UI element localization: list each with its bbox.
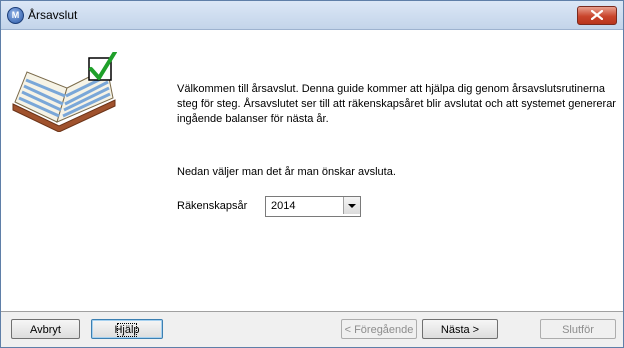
next-label: Nästa > xyxy=(440,324,480,336)
title-bar: M Årsavslut xyxy=(1,1,623,30)
help-button[interactable]: Hjälp xyxy=(91,319,163,339)
button-separator xyxy=(1,311,623,312)
window-title: Årsavslut xyxy=(28,8,78,22)
next-button[interactable]: Nästa > xyxy=(422,319,498,339)
app-logo-icon: M xyxy=(7,7,24,24)
cancel-label: Avbryt xyxy=(30,324,61,336)
fiscal-year-label: Räkenskapsår xyxy=(177,200,248,212)
fiscal-year-value: 2014 xyxy=(271,200,296,212)
dropdown-button[interactable] xyxy=(343,197,360,214)
choose-year-text: Nedan väljer man det år man önskar avslu… xyxy=(177,166,396,178)
wizard-content: Välkommen till årsavslut. Denna guide ko… xyxy=(1,30,623,312)
finish-label: Slutför xyxy=(562,324,594,336)
fiscal-year-select[interactable]: 2014 xyxy=(265,196,361,217)
open-book-checkmark-icon xyxy=(12,52,117,132)
previous-label: < Föregående xyxy=(344,324,414,336)
close-icon xyxy=(591,10,603,20)
finish-button[interactable]: Slutför xyxy=(540,319,616,339)
wizard-window: M Årsavslut Välkommen till årsavslut. De… xyxy=(0,0,624,348)
close-button[interactable] xyxy=(577,6,617,25)
help-label: Hjälp xyxy=(114,320,140,340)
intro-text: Välkommen till årsavslut. Denna guide ko… xyxy=(177,83,616,125)
cancel-button[interactable]: Avbryt xyxy=(11,319,80,339)
chevron-down-icon xyxy=(348,204,356,208)
previous-button[interactable]: < Föregående xyxy=(341,319,417,339)
